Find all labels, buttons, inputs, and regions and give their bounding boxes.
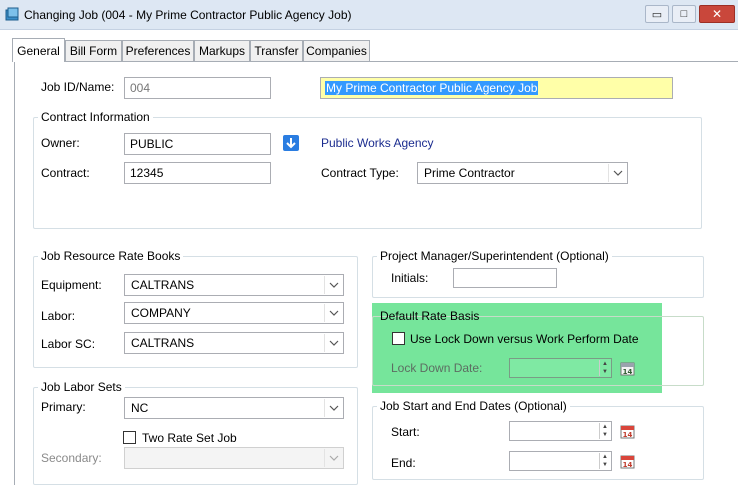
lockdown-date-spinner[interactable]: ▲ ▼ <box>599 360 610 376</box>
tab-general[interactable]: General <box>12 38 65 62</box>
chevron-down-icon <box>324 399 342 417</box>
chevron-down-icon <box>324 276 342 294</box>
job-dates-legend: Job Start and End Dates (Optional) <box>377 399 570 413</box>
window-title: Changing Job (004 - My Prime Contractor … <box>24 8 352 22</box>
labor-sets-legend: Job Labor Sets <box>38 380 125 394</box>
owner-name-text: Public Works Agency <box>321 136 434 150</box>
minimize-icon: ▭ <box>651 8 663 21</box>
job-name-selected-text: My Prime Contractor Public Agency Job <box>325 81 539 95</box>
primary-labor-set-select[interactable]: NC <box>124 397 344 419</box>
lockdown-checkbox[interactable] <box>392 332 405 345</box>
project-manager-legend: Project Manager/Superintendent (Optional… <box>377 249 612 263</box>
labor-sc-label: Labor SC: <box>41 337 96 351</box>
contract-type-select[interactable]: Prime Contractor <box>417 162 628 184</box>
owner-field[interactable]: PUBLIC <box>124 133 271 155</box>
tab-preferences[interactable]: Preferences <box>122 40 194 61</box>
contract-information-legend: Contract Information <box>38 110 153 124</box>
svg-text:14: 14 <box>623 431 633 439</box>
tab-bill-form[interactable]: Bill Form <box>65 40 122 61</box>
close-icon: ✕ <box>711 7 723 21</box>
primary-label: Primary: <box>41 400 86 414</box>
app-icon <box>5 7 19 21</box>
contract-label: Contract: <box>41 166 90 180</box>
primary-value: NC <box>131 401 149 415</box>
labor-sc-value: CALTRANS <box>131 336 195 350</box>
chevron-down-icon <box>324 304 342 322</box>
end-date-field[interactable]: ▲ ▼ <box>509 451 612 471</box>
calendar-icon[interactable]: 14 <box>620 361 635 376</box>
calendar-icon[interactable]: 14 <box>620 454 635 469</box>
svg-text:14: 14 <box>623 368 633 376</box>
labor-sc-select[interactable]: CALTRANS <box>124 332 344 354</box>
secondary-labor-set-select[interactable] <box>124 447 344 469</box>
end-date-spinner[interactable]: ▲ ▼ <box>599 453 610 469</box>
initials-label: Initials: <box>391 271 429 285</box>
chevron-down-icon <box>608 164 626 182</box>
tab-companies[interactable]: Companies <box>303 40 370 61</box>
minimize-button[interactable]: ▭ <box>645 5 669 23</box>
job-id-field[interactable]: 004 <box>124 77 271 99</box>
job-name-field[interactable]: My Prime Contractor Public Agency Job <box>320 77 673 99</box>
labor-select[interactable]: COMPANY <box>124 302 344 324</box>
equipment-label: Equipment: <box>41 278 102 292</box>
initials-field[interactable] <box>453 268 557 288</box>
owner-label: Owner: <box>41 136 80 150</box>
labor-value: COMPANY <box>131 306 191 320</box>
lockdown-checkbox-label: Use Lock Down versus Work Perform Date <box>410 332 639 346</box>
chevron-down-icon <box>324 334 342 352</box>
secondary-label: Secondary: <box>41 451 102 465</box>
lockdown-date-label: Lock Down Date: <box>391 361 483 375</box>
close-button[interactable]: ✕ <box>699 5 735 23</box>
tab-transfer[interactable]: Transfer <box>250 40 303 61</box>
end-label: End: <box>391 456 416 470</box>
owner-lookup-button[interactable] <box>283 135 299 151</box>
contract-type-value: Prime Contractor <box>424 166 515 180</box>
lockdown-date-field[interactable]: ▲ ▼ <box>509 358 612 378</box>
contract-field[interactable]: 12345 <box>124 162 271 184</box>
calendar-icon[interactable]: 14 <box>620 424 635 439</box>
restore-icon: □ <box>680 8 688 20</box>
chevron-down-icon <box>324 449 342 467</box>
two-rate-set-checkbox[interactable] <box>123 431 136 444</box>
default-rate-basis-legend: Default Rate Basis <box>380 309 480 323</box>
two-rate-set-label: Two Rate Set Job <box>142 431 237 445</box>
rate-books-legend: Job Resource Rate Books <box>38 249 184 263</box>
start-date-field[interactable]: ▲ ▼ <box>509 421 612 441</box>
job-id-label: Job ID/Name: <box>41 80 115 94</box>
labor-label: Labor: <box>41 309 76 323</box>
equipment-value: CALTRANS <box>131 278 195 292</box>
start-date-spinner[interactable]: ▲ ▼ <box>599 423 610 439</box>
tab-markups[interactable]: Markups <box>194 40 250 61</box>
equipment-select[interactable]: CALTRANS <box>124 274 344 296</box>
arrow-down-icon <box>286 138 296 149</box>
restore-button[interactable]: □ <box>672 5 696 23</box>
start-label: Start: <box>391 425 420 439</box>
contract-type-label: Contract Type: <box>321 166 399 180</box>
svg-text:14: 14 <box>623 461 633 469</box>
